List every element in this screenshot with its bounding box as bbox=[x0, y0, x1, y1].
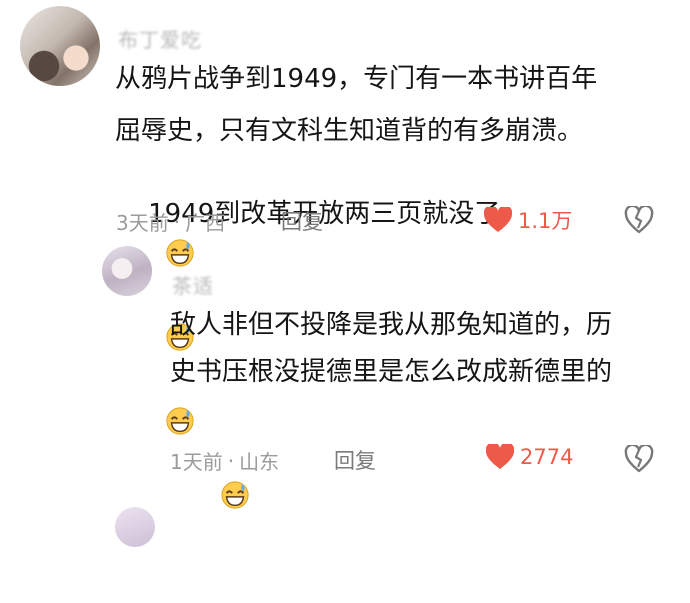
like-count: 1.1万 bbox=[518, 209, 573, 233]
like-button[interactable]: 2774 bbox=[486, 444, 573, 470]
comment-location: 山东 bbox=[239, 450, 280, 474]
grinning-sweat-icon bbox=[170, 481, 252, 555]
reply-button[interactable]: 回复 bbox=[281, 206, 323, 236]
reply-button[interactable]: 回复 bbox=[334, 445, 376, 475]
avatar[interactable] bbox=[20, 6, 100, 86]
dislike-icon[interactable] bbox=[624, 206, 654, 234]
comment-text-line bbox=[170, 393, 252, 603]
avatar[interactable] bbox=[102, 246, 152, 296]
meta-separator: · bbox=[227, 448, 235, 473]
comment-text-line: 从鸦片战争到1949，专门有一本书讲百年 bbox=[115, 64, 598, 94]
meta-separator: · bbox=[173, 209, 181, 234]
like-count: 2774 bbox=[520, 445, 574, 469]
comment-meta: 1天前 · 山东 bbox=[170, 446, 279, 475]
like-button[interactable]: 1.1万 bbox=[484, 205, 572, 235]
comment-time: 1天前 bbox=[170, 450, 223, 474]
comment-location: 广西 bbox=[185, 211, 226, 235]
heart-icon bbox=[486, 444, 514, 469]
dislike-icon[interactable] bbox=[624, 445, 654, 473]
avatar[interactable] bbox=[115, 507, 155, 547]
comment-text-line: 史书压根没提德里是怎么改成新德里的 bbox=[170, 357, 613, 387]
heart-icon bbox=[484, 207, 512, 232]
comment-text-line: 屈辱史，只有文科生知道背的有多崩溃。 bbox=[115, 116, 584, 146]
username[interactable]: 布丁爱吃 bbox=[118, 24, 202, 53]
comment-time: 3天前 bbox=[116, 211, 169, 235]
comment-text-line: 敌人非但不投降是我从那兔知道的，历 bbox=[170, 310, 613, 340]
username[interactable]: 茶适 bbox=[172, 270, 214, 299]
comment-meta: 3天前 · 广西 bbox=[116, 207, 225, 236]
